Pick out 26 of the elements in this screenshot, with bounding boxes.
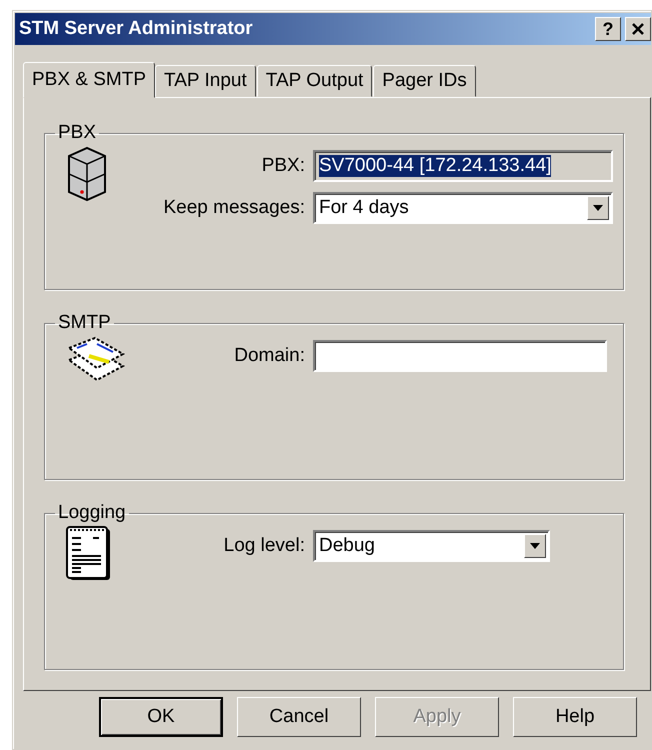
field-label: Log level: — [222, 535, 305, 557]
close-button[interactable] — [625, 17, 651, 41]
ok-button[interactable]: OK — [99, 697, 223, 737]
group-title: PBX — [57, 122, 98, 144]
dropdown[interactable]: Debug — [313, 530, 550, 562]
readonly-field[interactable]: SV7000-44 [172.24.133.44] — [313, 150, 613, 182]
cancel-button[interactable]: Cancel — [237, 697, 361, 737]
server-icon — [65, 146, 109, 202]
dropdown-arrow-icon — [593, 205, 603, 211]
group-title: Logging — [57, 502, 127, 524]
dropdown-arrow-icon — [530, 543, 540, 549]
dropdown[interactable]: For 4 days — [313, 192, 613, 224]
window-title: STM Server Administrator — [19, 18, 254, 40]
input-field[interactable] — [313, 340, 607, 372]
field-label: Keep messages: — [162, 197, 305, 219]
notepad-icon — [65, 526, 113, 582]
field-label: Domain: — [233, 345, 305, 367]
help-button[interactable]: Help — [513, 697, 637, 737]
tab[interactable]: Pager IDs — [373, 65, 476, 97]
field-label: PBX: — [260, 155, 305, 177]
tab[interactable]: TAP Input — [155, 65, 256, 97]
help-button[interactable]: ? — [595, 17, 621, 41]
group-title: SMTP — [57, 312, 112, 334]
tab[interactable]: TAP Output — [256, 65, 372, 97]
close-icon — [631, 22, 645, 36]
tab[interactable]: PBX & SMTP — [23, 62, 156, 98]
